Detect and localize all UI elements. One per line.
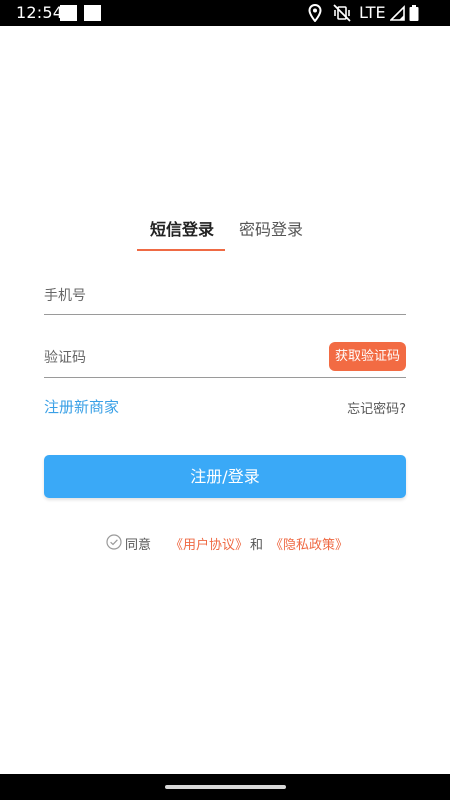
checkbox-icon[interactable]: [106, 534, 122, 550]
status-bar: 12:54 LTE: [0, 0, 450, 26]
vibrate-off-icon: [333, 4, 351, 22]
active-tab-indicator: [137, 249, 225, 251]
notification-icon: [60, 5, 77, 21]
tab-password-login[interactable]: 密码登录: [239, 216, 303, 240]
phone-input-underline: [44, 314, 406, 315]
network-type: LTE: [359, 3, 386, 22]
navigation-bar: [0, 774, 450, 800]
phone-input[interactable]: 手机号: [44, 285, 86, 305]
tab-sms-login[interactable]: 短信登录: [150, 216, 214, 240]
battery-icon: [409, 5, 419, 21]
location-icon: [308, 4, 322, 22]
signal-icon: [390, 5, 405, 21]
user-agreement-link[interactable]: 《用户协议》: [170, 534, 248, 553]
get-code-button[interactable]: 获取验证码: [329, 342, 406, 371]
verification-code-input[interactable]: 验证码: [44, 347, 86, 367]
notification-icon: [84, 5, 101, 21]
register-login-button[interactable]: 注册/登录: [44, 455, 406, 498]
status-time: 12:54: [16, 3, 64, 22]
privacy-policy-link[interactable]: 《隐私政策》: [270, 534, 348, 553]
home-gesture-handle[interactable]: [165, 785, 286, 789]
forgot-password-link[interactable]: 忘记密码?: [347, 398, 406, 417]
code-input-underline: [44, 377, 406, 378]
and-label: 和: [250, 538, 264, 553]
register-merchant-link[interactable]: 注册新商家: [44, 396, 119, 417]
agree-label: 同意: [125, 538, 152, 553]
